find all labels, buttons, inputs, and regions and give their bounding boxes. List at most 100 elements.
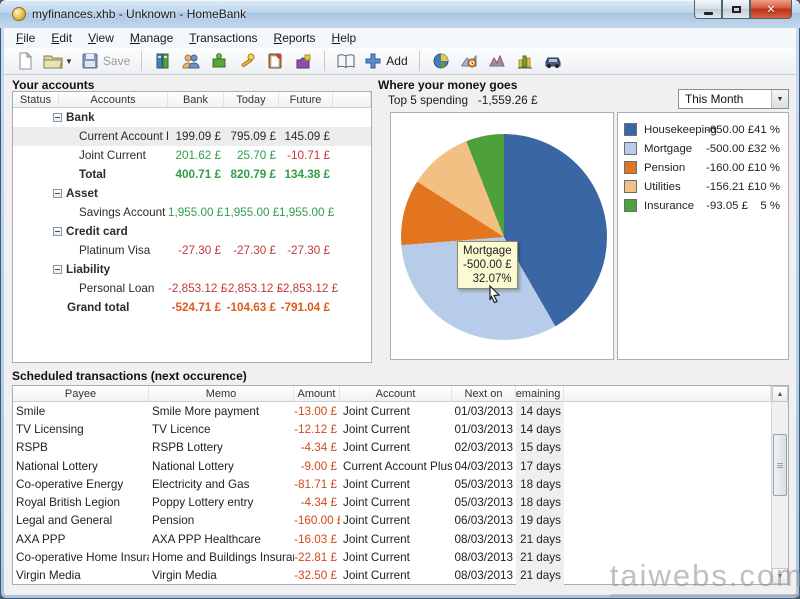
save-button[interactable]: Save [78, 49, 133, 73]
account-row[interactable]: Grand total -524.71 £ -104.63 £ -791.04 … [13, 298, 371, 317]
accounts-header-status[interactable]: Status [13, 92, 59, 108]
account-row[interactable]: Credit card [13, 222, 371, 241]
balance-report-icon [488, 52, 506, 70]
scheduled-row[interactable]: Smile Smile More payment -13.00 £ Joint … [13, 402, 771, 420]
title-bar[interactable]: myfinances.xhb - Unknown - HomeBank ✕ [0, 0, 800, 28]
scrollbar-up-button[interactable]: ▲ [772, 386, 788, 402]
manage-payees-button[interactable] [178, 49, 204, 73]
show-ledger-button[interactable] [333, 49, 359, 73]
scheduled-scrollbar[interactable]: ▲ ▼ [771, 386, 788, 584]
account-row[interactable]: Personal Loan -2,853.12 £ -2,853.12 £ -2… [13, 279, 371, 298]
pie-chart[interactable] [401, 134, 607, 340]
account-row[interactable]: Asset [13, 184, 371, 203]
account-row[interactable]: Current Account Plus 199.09 £ 795.09 £ 1… [13, 127, 371, 146]
combo-dropdown-button[interactable]: ▼ [771, 90, 788, 108]
date-range-select[interactable]: This Month ▼ [678, 89, 789, 109]
legend-item[interactable]: Mortgage -500.00 £ 32 % [618, 139, 788, 158]
tree-expander-icon[interactable] [53, 113, 62, 122]
tree-expander-icon[interactable] [53, 227, 62, 236]
scheduled-header-amount[interactable]: Amount [294, 386, 340, 402]
tree-expander-icon[interactable] [53, 265, 62, 274]
menu-item[interactable]: Reports [266, 29, 324, 47]
account-row[interactable]: Total 400.71 £ 820.79 £ 134.38 £ [13, 165, 371, 184]
close-button[interactable]: ✕ [750, 0, 792, 19]
open-dropdown-arrow-icon[interactable]: ▼ [65, 57, 73, 66]
scheduled-row[interactable]: Legal and General Pension -160.00 £ Join… [13, 512, 771, 530]
account-name: Grand total [67, 301, 129, 314]
account-row[interactable]: Bank [13, 108, 371, 127]
manage-assignments-button[interactable] [234, 49, 260, 73]
menu-item[interactable]: File [8, 29, 43, 47]
scheduled-panel: Payee Memo Amount Account Next on Remain… [12, 385, 789, 585]
account-row[interactable]: Joint Current 201.62 £ 25.70 £ -10.71 £ [13, 146, 371, 165]
maximize-button[interactable] [722, 0, 750, 19]
manage-tags-button[interactable] [290, 49, 316, 73]
scheduled-row[interactable]: Royal British Legion Poppy Lottery entry… [13, 493, 771, 511]
legend-item[interactable]: Insurance -93.05 £ 5 % [618, 196, 788, 215]
scheduled-payee: RSPB [13, 441, 149, 454]
legend-swatch-icon [624, 199, 637, 212]
scheduled-row[interactable]: National Lottery National Lottery -9.00 … [13, 457, 771, 475]
scheduled-row[interactable]: Co-operative Energy Electricity and Gas … [13, 475, 771, 493]
open-file-button[interactable]: ▼ [40, 49, 76, 73]
scheduled-header-payee[interactable]: Payee [13, 386, 149, 402]
balance-report-button[interactable] [484, 49, 510, 73]
scheduled-row[interactable]: RSPB RSPB Lottery -4.34 £ Joint Current … [13, 439, 771, 457]
menu-item[interactable]: Manage [122, 29, 181, 47]
account-bank-balance: -524.71 £ [168, 301, 224, 314]
account-row[interactable]: Liability [13, 260, 371, 279]
scheduled-header-nexton[interactable]: Next on [452, 386, 516, 402]
scheduled-account: Joint Current [340, 441, 452, 454]
scheduled-payee: Smile [13, 405, 149, 418]
legend-amount: -160.00 £ [706, 162, 748, 174]
client-area: FileEditViewManageTransactionsReportsHel… [4, 28, 796, 595]
pie-legend-panel: Housekeeping -650.00 £ 41 % Mortgage -50… [617, 112, 789, 360]
scheduled-header-memo[interactable]: Memo [149, 386, 294, 402]
budget-report-button[interactable] [512, 49, 538, 73]
toolbar-separator [419, 51, 420, 71]
scheduled-header-remaining[interactable]: Remaining▲ [516, 386, 564, 402]
new-file-button[interactable] [12, 49, 38, 73]
tree-expander-icon[interactable] [53, 189, 62, 198]
accounts-header-bank[interactable]: Bank [168, 92, 224, 108]
scheduled-table-header: Payee Memo Amount Account Next on Remain… [13, 386, 771, 402]
scheduled-row[interactable]: AXA PPP AXA PPP Healthcare -16.03 £ Join… [13, 530, 771, 548]
accounts-header-accounts[interactable]: Accounts [59, 92, 168, 108]
legend-percent: 41 % [748, 124, 788, 136]
legend-item[interactable]: Pension -160.00 £ 10 % [618, 158, 788, 177]
scheduled-memo: Electricity and Gas [149, 478, 294, 491]
add-transaction-button[interactable]: Add [361, 49, 410, 73]
scheduled-row[interactable]: TV Licensing TV Licence -12.12 £ Joint C… [13, 420, 771, 438]
menu-item[interactable]: Transactions [181, 29, 265, 47]
scheduled-next-on: 05/03/2013 [452, 478, 516, 491]
scheduled-row[interactable]: Virgin Media Virgin Media -32.50 £ Joint… [13, 567, 771, 585]
legend-item[interactable]: Housekeeping -650.00 £ 41 % [618, 120, 788, 139]
legend-item[interactable]: Utilities -156.21 £ 10 % [618, 177, 788, 196]
account-row[interactable]: Platinum Visa -27.30 £ -27.30 £ -27.30 £ [13, 241, 371, 260]
minimize-button[interactable] [694, 0, 722, 19]
vehicle-cost-icon [543, 53, 563, 69]
account-row[interactable]: Savings Account Plus 1,955.00 £ 1,955.00… [13, 203, 371, 222]
scheduled-memo: AXA PPP Healthcare [149, 533, 294, 546]
account-name: Savings Account Plus [79, 206, 168, 219]
manage-categories-button[interactable] [206, 49, 232, 73]
account-bank-balance: -2,853.12 £ [168, 282, 224, 295]
scheduled-row[interactable]: Co-operative Home Insurance Home and Bui… [13, 548, 771, 566]
scheduled-header-account[interactable]: Account [340, 386, 452, 402]
vehicle-cost-button[interactable] [540, 49, 566, 73]
manage-accounts-button[interactable] [150, 49, 176, 73]
trend-time-report-button[interactable] [456, 49, 482, 73]
menu-item[interactable]: Help [324, 29, 365, 47]
accounts-header-today[interactable]: Today [224, 92, 279, 108]
tooltip-category: Mortgage [463, 244, 512, 258]
accounts-table-header: Status Accounts Bank Today Future [13, 92, 371, 108]
legend-label: Pension [644, 162, 706, 174]
scrollbar-down-button[interactable]: ▼ [772, 568, 788, 584]
accounts-header-future[interactable]: Future [279, 92, 333, 108]
arrow-up-icon: ▲ [777, 391, 784, 398]
menu-item[interactable]: View [80, 29, 122, 47]
manage-budget-button[interactable] [262, 49, 288, 73]
scrollbar-thumb[interactable] [773, 434, 787, 496]
statistics-report-button[interactable] [428, 49, 454, 73]
menu-item[interactable]: Edit [43, 29, 80, 47]
